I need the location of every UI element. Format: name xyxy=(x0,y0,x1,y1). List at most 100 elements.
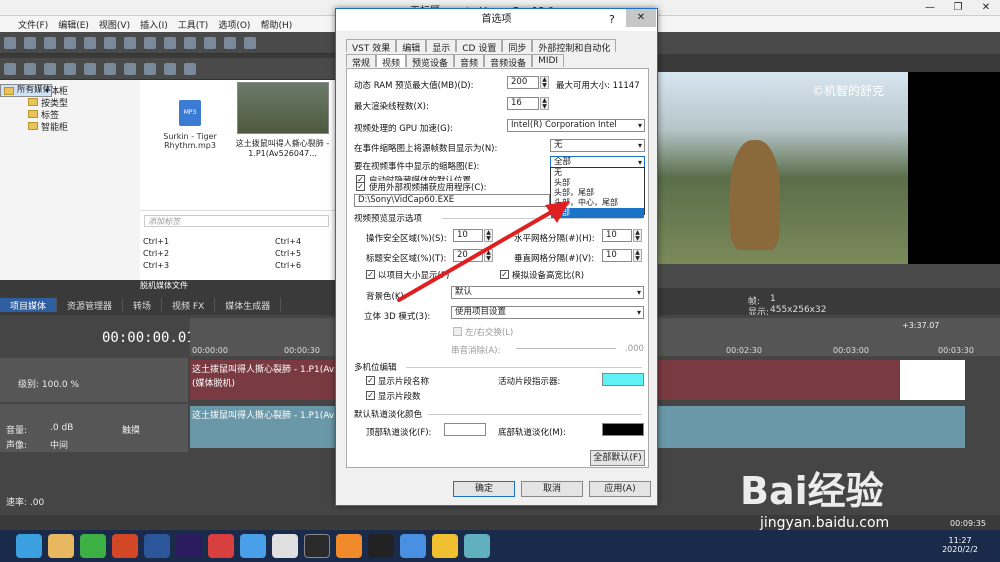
get-media-icon[interactable] xyxy=(44,63,56,75)
app-icon[interactable] xyxy=(240,534,266,558)
tab-video[interactable]: 视频 xyxy=(376,54,407,69)
system-clock[interactable]: 11:27 2020/2/2 xyxy=(942,536,978,554)
tree-item-tags[interactable]: 标签 xyxy=(0,108,140,121)
open-icon[interactable] xyxy=(24,37,36,49)
dropdown-option-selected[interactable]: 全部 xyxy=(551,208,644,218)
add-tag-input[interactable]: 添加标签 xyxy=(144,215,329,227)
threads-spinner[interactable]: ▲ ▼ xyxy=(540,97,549,110)
auto-preview-icon[interactable] xyxy=(164,63,176,75)
shortcut-6[interactable]: Ctrl+6 xyxy=(275,261,301,270)
shortcut-2[interactable]: Ctrl+2 xyxy=(143,249,169,258)
vgrid-spinner[interactable]: ▲ ▼ xyxy=(633,249,642,262)
dropdown-option[interactable]: 头部 xyxy=(551,178,644,188)
app-icon[interactable] xyxy=(464,534,490,558)
shortcut-4[interactable]: Ctrl+4 xyxy=(275,237,301,246)
browser-icon[interactable] xyxy=(16,534,42,558)
external-capture-path[interactable]: D:\Sony\VidCap60.EXE xyxy=(354,194,550,207)
menu-insert[interactable]: 插入(I) xyxy=(140,18,168,31)
close-icon[interactable]: ✕ xyxy=(626,9,656,27)
cut-icon[interactable] xyxy=(124,37,136,49)
new-icon[interactable] xyxy=(4,37,16,49)
save-icon[interactable] xyxy=(44,37,56,49)
menu-edit[interactable]: 编辑(E) xyxy=(58,18,89,31)
stop-icon[interactable] xyxy=(144,63,156,75)
dropdown-option[interactable]: 头部，尾部 xyxy=(551,188,644,198)
tab-external-control[interactable]: 外部控制和自动化 xyxy=(532,39,617,54)
background-color-select[interactable]: 默认 xyxy=(451,286,644,299)
app-icon[interactable] xyxy=(400,534,426,558)
action-safe-spinner[interactable]: ▲ ▼ xyxy=(484,229,493,242)
restore-icon[interactable]: ❐ xyxy=(944,0,972,16)
vgrid-input[interactable]: 10 xyxy=(602,249,632,262)
menu-file[interactable]: 文件(F) xyxy=(18,18,48,31)
copy-icon[interactable] xyxy=(144,37,156,49)
title-safe-spinner[interactable]: ▲ ▼ xyxy=(484,249,493,262)
ram-spinner[interactable]: ▲ ▼ xyxy=(540,76,549,89)
tab-cd[interactable]: CD 设置 xyxy=(456,39,503,54)
shortcut-3[interactable]: Ctrl+3 xyxy=(143,261,169,270)
media-fx-icon[interactable] xyxy=(104,63,116,75)
redo-icon[interactable] xyxy=(204,37,216,49)
all-defaults-button[interactable]: 全部默认(F) xyxy=(590,450,645,466)
active-take-color-swatch[interactable] xyxy=(602,373,644,386)
cancel-button[interactable]: 取消 xyxy=(521,481,583,497)
app-icon[interactable] xyxy=(432,534,458,558)
undo-icon[interactable] xyxy=(184,37,196,49)
help-icon[interactable]: ? xyxy=(609,13,615,26)
tab-project-media[interactable]: 项目媒体 xyxy=(0,298,58,312)
media-item-video[interactable]: 这土拨鼠叫得人撕心裂肺 - 1.P1(Av526047... xyxy=(235,82,330,158)
dropdown-option[interactable]: 无 xyxy=(551,168,644,178)
menu-tools[interactable]: 工具(T) xyxy=(178,18,209,31)
play-icon[interactable] xyxy=(124,63,136,75)
bottom-fade-color-swatch[interactable] xyxy=(602,423,644,436)
hgrid-input[interactable]: 10 xyxy=(602,229,632,242)
wechat-icon[interactable] xyxy=(80,534,106,558)
show-take-names-checkbox[interactable]: ✓ xyxy=(366,376,375,385)
tab-media-generators[interactable]: 媒体生成器 xyxy=(215,298,282,312)
ram-preview-input[interactable]: 200 xyxy=(507,76,539,89)
swap-lr-checkbox[interactable] xyxy=(453,327,462,336)
tab-midi[interactable]: MIDI xyxy=(532,54,565,67)
tree-item-by-type[interactable]: 按类型 xyxy=(0,96,140,109)
show-take-numbers-checkbox[interactable]: ✓ xyxy=(366,391,375,400)
edit-tool-icon[interactable] xyxy=(224,37,236,49)
shortcut-5[interactable]: Ctrl+5 xyxy=(275,249,301,258)
ok-button[interactable]: 确定 xyxy=(453,481,515,497)
properties-icon[interactable] xyxy=(104,37,116,49)
menu-help[interactable]: 帮助(H) xyxy=(260,18,292,31)
tree-item-smart-bins[interactable]: 智能柜 xyxy=(0,120,140,133)
tree-item-all-media[interactable]: 所有媒体 xyxy=(0,84,53,97)
render-icon[interactable] xyxy=(84,37,96,49)
remove-icon[interactable] xyxy=(84,63,96,75)
premiere-icon[interactable] xyxy=(176,534,202,558)
views-icon[interactable] xyxy=(184,63,196,75)
tab-transitions[interactable]: 转场 xyxy=(123,298,163,312)
tab-display[interactable]: 显示 xyxy=(426,39,457,54)
audio-track-header[interactable] xyxy=(0,404,188,452)
source-frames-select[interactable]: 无 xyxy=(550,139,645,152)
powerpoint-icon[interactable] xyxy=(112,534,138,558)
action-safe-input[interactable]: 10 xyxy=(453,229,483,242)
threads-input[interactable]: 16 xyxy=(507,97,539,110)
tab-explorer[interactable]: 资源管理器 xyxy=(57,298,124,312)
save-as-icon[interactable] xyxy=(64,37,76,49)
gpu-select[interactable]: Intel(R) Corporation Intel xyxy=(507,119,645,132)
minimize-icon[interactable]: — xyxy=(916,0,944,16)
qq-icon[interactable] xyxy=(368,534,394,558)
crosstalk-slider[interactable] xyxy=(516,348,616,349)
external-capture-checkbox[interactable]: ✓ xyxy=(356,182,365,191)
tab-vst[interactable]: VST 效果 xyxy=(346,39,397,54)
shortcut-1[interactable]: Ctrl+1 xyxy=(143,237,169,246)
menu-options[interactable]: 选项(O) xyxy=(218,18,250,31)
capture-icon[interactable] xyxy=(24,63,36,75)
top-fade-color-swatch[interactable] xyxy=(444,423,486,436)
apply-button[interactable]: 应用(A) xyxy=(589,481,651,497)
app-icon[interactable] xyxy=(208,534,234,558)
tab-preview-device[interactable]: 预览设备 xyxy=(406,54,455,69)
file-explorer-icon[interactable] xyxy=(48,534,74,558)
envelope-tool-icon[interactable] xyxy=(244,37,256,49)
automation-mode[interactable]: 触摸 xyxy=(122,423,140,436)
tab-video-fx[interactable]: 视频 FX xyxy=(162,298,216,312)
hgrid-spinner[interactable]: ▲ ▼ xyxy=(633,229,642,242)
device-aspect-checkbox[interactable]: ✓ xyxy=(500,270,509,279)
